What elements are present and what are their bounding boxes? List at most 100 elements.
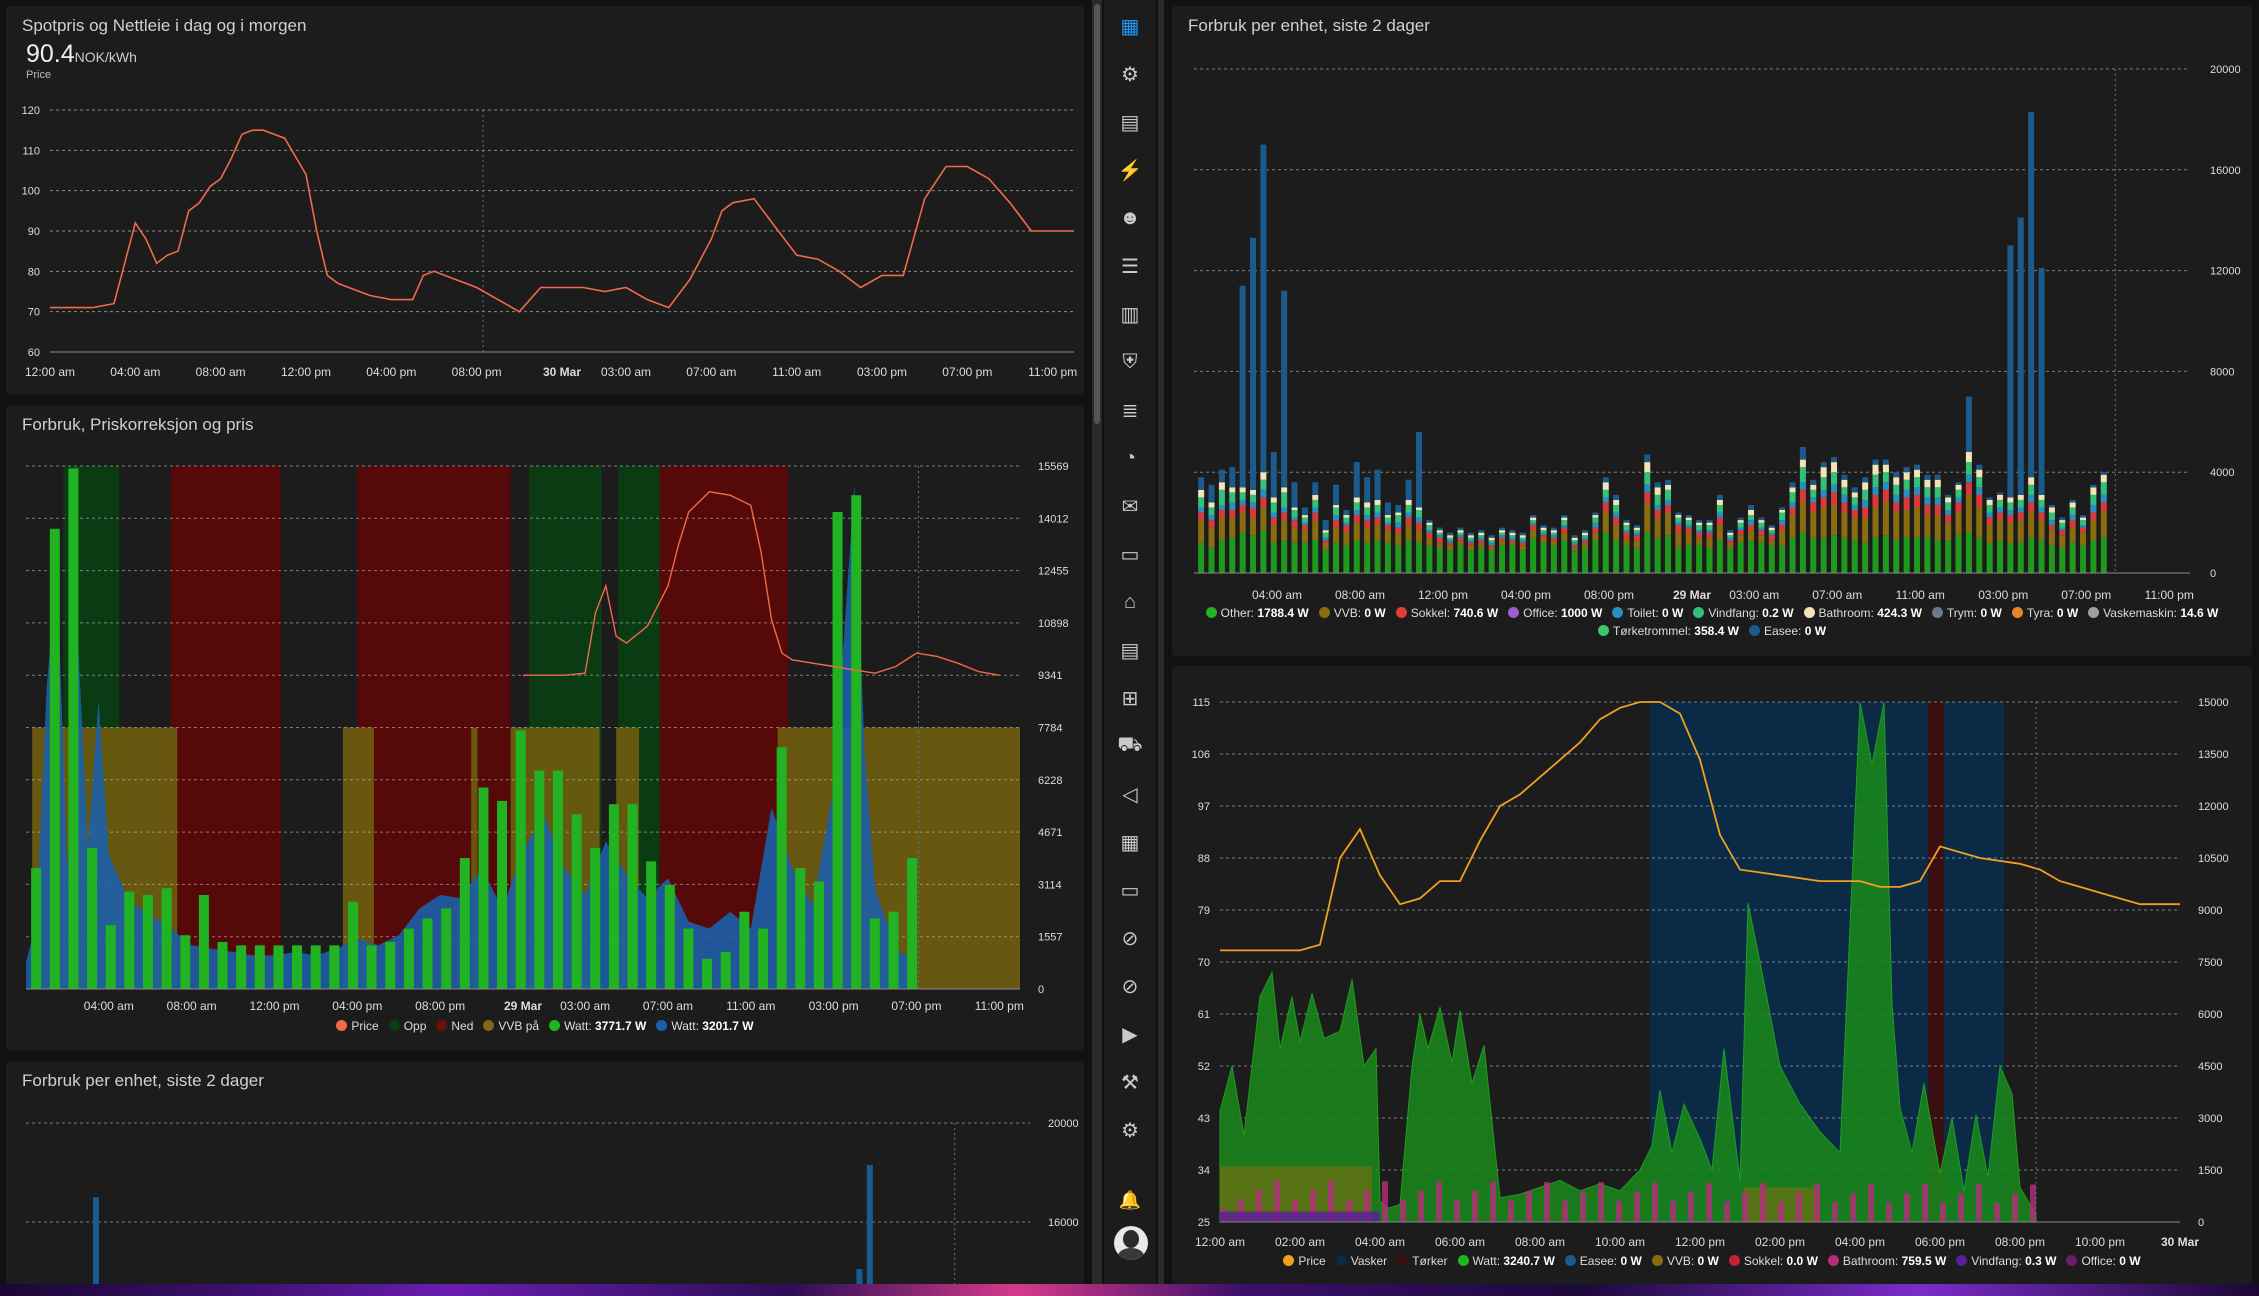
legend-item[interactable]: Other: 1788.4 W xyxy=(1205,604,1309,622)
scrollbar-thumb[interactable] xyxy=(1094,4,1100,424)
stack-segment xyxy=(1986,499,1993,505)
vscode-icon[interactable]: ◁ xyxy=(1104,774,1156,814)
per-device-chart-left[interactable]: 20000 16000 xyxy=(6,1061,1084,1284)
legend-item[interactable]: Price xyxy=(336,1017,379,1035)
legend-item[interactable]: Vasker xyxy=(1335,1252,1387,1270)
store-icon[interactable]: ⌂ xyxy=(1104,582,1156,622)
legend-item[interactable]: VVB: 0 W xyxy=(1318,604,1386,622)
dashboard-icon[interactable]: ▦ xyxy=(1104,6,1156,46)
hammer-icon[interactable]: ⚒ xyxy=(1104,1062,1156,1102)
gauge-icon[interactable]: ◔ xyxy=(1104,438,1156,478)
chart-bar-icon[interactable]: ▥ xyxy=(1104,294,1156,334)
legend-item[interactable]: Easee: 0 W xyxy=(1564,1252,1642,1270)
legend-item[interactable]: Ned xyxy=(436,1017,473,1035)
stack-segment xyxy=(1395,504,1402,513)
stack-segment xyxy=(1965,494,1972,533)
legend-item[interactable]: Vaskemaskin: 14.6 W xyxy=(2088,604,2218,622)
x-tick-label: 12:00 pm xyxy=(249,999,299,1013)
legend-item[interactable]: Vindfang: 0.2 W xyxy=(1693,604,1794,622)
text-box-icon[interactable]: ▭ xyxy=(1104,534,1156,574)
account-box-icon[interactable]: ☻ xyxy=(1104,198,1156,238)
legend-item[interactable]: Vindfang: 0.3 W xyxy=(1956,1252,2056,1270)
stack-segment xyxy=(1882,502,1889,536)
media-icon[interactable]: ▶ xyxy=(1104,1014,1156,1054)
settings-icon[interactable]: ⚙ xyxy=(1104,1110,1156,1150)
legend-item[interactable]: Tørketrommel: 358.4 W xyxy=(1597,622,1739,640)
stack-segment xyxy=(1758,527,1765,531)
stack-segment xyxy=(1737,517,1744,521)
legend-item[interactable]: Office: 0 W xyxy=(2066,1252,2141,1270)
stack-segment xyxy=(2090,504,2097,513)
legend-item[interactable]: Easee: 0 W xyxy=(1749,622,1826,640)
list-icon[interactable]: ☰ xyxy=(1104,246,1156,286)
stack-segment xyxy=(1478,532,1485,536)
stack-segment xyxy=(1799,482,1806,490)
bell-icon[interactable]: 🔔 xyxy=(1104,1180,1156,1220)
mail-icon[interactable]: ✉ xyxy=(1104,486,1156,526)
stack-segment xyxy=(1416,510,1423,518)
stack-segment xyxy=(1457,535,1464,538)
grid-icon[interactable]: ▤ xyxy=(1104,102,1156,142)
price-usage-chart[interactable]: 25 0 34 1500 43 3000 52 4500 61 6000 70 7500 79 9000 8… xyxy=(1172,666,2252,1251)
usage-correction-chart[interactable]: 0 1557 3114 4671 6228 7784 9341 10898 12455 14012… xyxy=(6,405,1084,1015)
legend-item[interactable]: VVB: 0 W xyxy=(1651,1252,1719,1270)
avatar[interactable] xyxy=(1114,1226,1148,1260)
shield-icon[interactable]: ⛨ xyxy=(1104,342,1156,382)
legend-item[interactable]: Trym: 0 W xyxy=(1931,604,2002,622)
legend-dot xyxy=(549,1020,561,1031)
compass2-icon[interactable]: ⊘ xyxy=(1104,966,1156,1006)
watt-bar xyxy=(590,847,601,989)
stack-segment xyxy=(1602,532,1609,573)
car-icon[interactable]: ⛟ xyxy=(1104,726,1156,766)
watt-bar xyxy=(646,861,657,989)
cog-gear-icon[interactable]: ⚙ xyxy=(1104,54,1156,94)
legend-item[interactable]: Toilet: 0 W xyxy=(1612,604,1683,622)
document-icon[interactable]: ▤ xyxy=(1104,630,1156,670)
legend-item[interactable]: Watt: 3240.7 W xyxy=(1457,1252,1555,1270)
stack-segment xyxy=(1322,532,1329,538)
stack-segment xyxy=(1374,504,1381,513)
legend-item[interactable]: Tørker xyxy=(1397,1252,1448,1270)
x-tick-label: 07:00 pm xyxy=(891,999,941,1013)
bathroom-bar xyxy=(1958,1193,1964,1222)
stack-segment xyxy=(1955,484,1962,490)
scrollbar[interactable] xyxy=(1092,0,1102,1284)
stack-segment xyxy=(2090,520,2097,541)
legend-item[interactable]: Bathroom: 424.3 W xyxy=(1803,604,1922,622)
legend-item[interactable]: Price xyxy=(1283,1252,1326,1270)
legend-item[interactable]: Tyra: 0 W xyxy=(2011,604,2078,622)
server-icon[interactable]: ≣ xyxy=(1104,390,1156,430)
terminal-icon[interactable]: ▭ xyxy=(1104,870,1156,910)
compass-icon[interactable]: ⊘ xyxy=(1104,918,1156,958)
stack-segment xyxy=(1862,517,1869,543)
legend-item[interactable]: Opp xyxy=(388,1017,426,1035)
legend-item[interactable]: Sokkel: 0.0 W xyxy=(1728,1252,1818,1270)
stack-segment xyxy=(1748,525,1755,531)
legend-item[interactable]: Watt: 3771.7 W xyxy=(549,1017,646,1035)
film-icon[interactable]: ▦ xyxy=(1104,822,1156,862)
stack-segment xyxy=(1924,515,1931,538)
x-tick-label: 03:00 am xyxy=(601,365,651,379)
legend-dot xyxy=(1397,1255,1409,1266)
lightning-icon[interactable]: ⚡ xyxy=(1104,150,1156,190)
legend-item[interactable]: Sokkel: 740.6 W xyxy=(1395,604,1498,622)
stack-segment xyxy=(2017,507,2024,513)
legend-item[interactable]: Watt: 3201.7 W xyxy=(656,1017,754,1035)
legend-item[interactable]: Bathroom: 759.5 W xyxy=(1827,1252,1946,1270)
stack-segment xyxy=(1893,472,1900,478)
spotprice-chart[interactable]: 60 70 80 90 100 110 120 12:00 am 04:00 am 08:00 a… xyxy=(6,6,1084,395)
legend-item[interactable]: VVB på xyxy=(483,1017,539,1035)
stack-segment xyxy=(1499,527,1506,531)
stack-segment xyxy=(1229,502,1236,510)
sitemap-icon[interactable]: ⊞ xyxy=(1104,678,1156,718)
stack-segment xyxy=(1675,522,1682,526)
stack-segment xyxy=(1644,472,1651,485)
y-tick-label: 8000 xyxy=(2210,366,2234,378)
stack-segment xyxy=(1986,525,1993,543)
stack-segment xyxy=(2007,522,2014,543)
per-device-chart[interactable]: 0 4000 8000 12000 16000 20000 04:00 am 08:00 am… xyxy=(1172,6,2252,601)
legend-item[interactable]: Office: 1000 W xyxy=(1508,604,1602,622)
watt-bar xyxy=(217,941,228,989)
sidebar-scrollbar[interactable] xyxy=(1158,0,1164,1284)
stack-segment xyxy=(1934,504,1941,516)
